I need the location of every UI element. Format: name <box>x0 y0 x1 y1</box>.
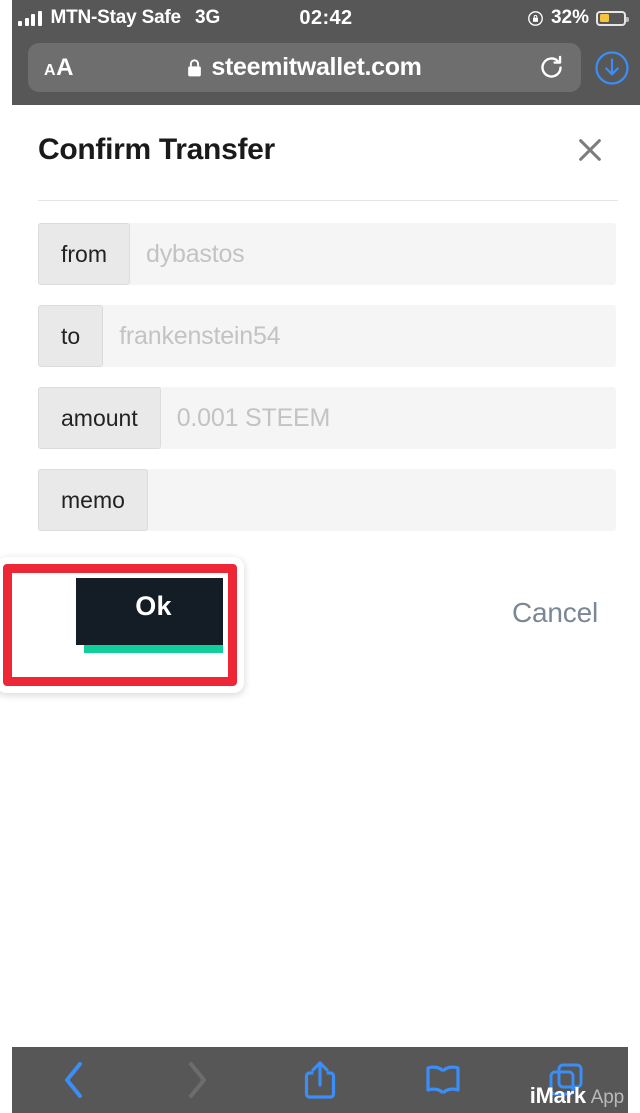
field-to[interactable]: to frankenstein54 <box>38 305 616 367</box>
field-from[interactable]: from dybastos <box>38 223 616 285</box>
chevron-left-icon <box>64 1062 82 1098</box>
signal-bars-icon <box>18 10 42 26</box>
ok-button-wrap: Ok <box>76 567 239 653</box>
url-text: steemitwallet.com <box>211 53 422 81</box>
browser-bottom-toolbar: iMark App <box>12 1047 628 1113</box>
status-bar-left: MTN-Stay Safe 3G <box>18 7 220 29</box>
field-amount-label: amount <box>38 387 161 449</box>
bookmarks-button[interactable] <box>382 1047 505 1113</box>
modal-header: Confirm Transfer <box>0 105 640 167</box>
rotation-lock-icon <box>528 10 543 26</box>
page-content: Confirm Transfer from dybastos to franke… <box>0 105 640 1047</box>
field-memo-label: memo <box>38 469 148 531</box>
status-bar-right: 32% <box>527 7 629 29</box>
battery-icon <box>596 10 629 26</box>
modal-actions: Ok Cancel <box>38 553 616 673</box>
address-bar[interactable]: AA steemitwallet.com <box>28 43 581 92</box>
download-icon[interactable] <box>594 50 630 86</box>
watermark: iMark App <box>530 1083 624 1109</box>
field-memo[interactable]: memo <box>38 469 616 531</box>
cancel-button[interactable]: Cancel <box>512 597 598 629</box>
lock-icon <box>188 58 202 76</box>
field-to-value[interactable]: frankenstein54 <box>103 305 616 367</box>
field-from-label: from <box>38 223 130 285</box>
forward-button[interactable] <box>135 1047 258 1113</box>
browser-top-chrome: MTN-Stay Safe 3G 02:42 32% AA steemitwal… <box>12 0 640 105</box>
ok-button[interactable]: Ok <box>76 567 231 645</box>
field-from-value[interactable]: dybastos <box>130 223 616 285</box>
field-amount-value[interactable]: 0.001 STEEM <box>161 387 616 449</box>
watermark-light-text: App <box>590 1087 624 1108</box>
battery-percent-label: 32% <box>550 7 589 28</box>
share-icon <box>304 1061 336 1099</box>
field-amount[interactable]: amount 0.001 STEEM <box>38 387 616 449</box>
transfer-form: from dybastos to frankenstein54 amount 0… <box>0 201 640 673</box>
network-type-label: 3G <box>194 7 221 28</box>
field-to-label: to <box>38 305 104 367</box>
carrier-label: MTN-Stay Safe <box>50 7 182 28</box>
reload-icon[interactable] <box>538 54 565 81</box>
status-bar: MTN-Stay Safe 3G 02:42 32% <box>12 0 640 36</box>
book-icon <box>426 1065 460 1095</box>
back-button[interactable] <box>12 1047 135 1113</box>
text-size-icon[interactable]: AA <box>44 54 74 82</box>
share-button[interactable] <box>258 1047 381 1113</box>
close-icon[interactable] <box>574 134 606 166</box>
chevron-right-icon <box>188 1062 206 1098</box>
watermark-bold-text: iMark <box>529 1083 586 1108</box>
field-memo-value[interactable] <box>148 469 616 531</box>
page-title: Confirm Transfer <box>38 133 275 166</box>
url-bar-row: AA steemitwallet.com <box>12 36 640 99</box>
url-display: steemitwallet.com <box>28 53 581 82</box>
